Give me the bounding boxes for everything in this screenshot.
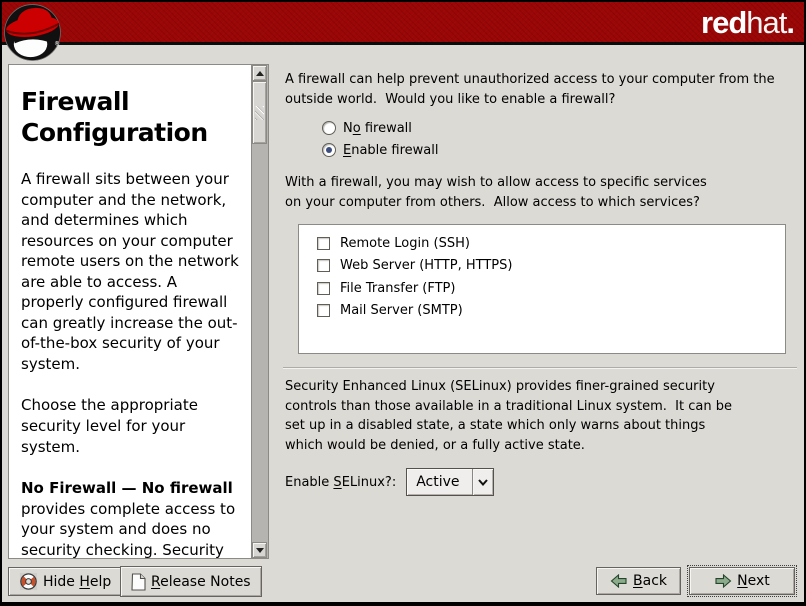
checkbox-web-server[interactable]	[317, 259, 330, 272]
checkbox-label-web-server: Web Server (HTTP, HTTPS)	[340, 258, 512, 273]
main-content: A firewall can help prevent unauthorized…	[283, 66, 797, 496]
selinux-label: Enable SELinux?:	[285, 475, 396, 490]
brand-red: red	[701, 5, 746, 40]
checkbox-file-transfer[interactable]	[317, 282, 330, 295]
header-banner	[2, 2, 804, 45]
label-accel: B	[633, 573, 643, 589]
label-pre: Enable	[285, 475, 333, 490]
checkbox-label-mail-server: Mail Server (SMTP)	[340, 303, 463, 318]
help-paragraph-3-body: provides complete access to your system …	[21, 500, 235, 559]
next-button-focus-ring: Next	[687, 565, 797, 597]
checkbox-row-web-server[interactable]: Web Server (HTTP, HTTPS)	[317, 255, 785, 278]
label-pre: N	[343, 121, 353, 136]
help-paragraph-3-lead: No Firewall — No firewall	[21, 479, 233, 497]
firewall-options: No firewall Enable firewall	[322, 117, 797, 161]
checkbox-row-mail-server[interactable]: Mail Server (SMTP)	[317, 300, 785, 323]
release-notes-button[interactable]: Release Notes	[120, 566, 262, 597]
help-title: Firewall Configuration	[21, 87, 243, 148]
radio-label-no-firewall: No firewall	[343, 121, 412, 136]
label-post: nable firewall	[351, 143, 438, 158]
document-icon	[131, 573, 146, 591]
help-panel: Firewall Configuration A firewall sits b…	[8, 64, 252, 559]
services-intro-text: With a firewall, you may wish to allow a…	[285, 173, 797, 212]
back-button[interactable]: Back	[596, 567, 681, 595]
help-paragraph-1: A firewall sits between your computer an…	[21, 169, 243, 374]
radio-button-no-firewall[interactable]	[322, 121, 336, 135]
label-accel: N	[737, 573, 747, 589]
label-accel: E	[343, 143, 351, 158]
installer-window: ® redhat. Firewall Configuration A firew…	[0, 0, 806, 606]
checkbox-mail-server[interactable]	[317, 304, 330, 317]
help-paragraph-2: Choose the appropriate security level fo…	[21, 395, 243, 457]
selinux-dropdown[interactable]: Active	[406, 468, 494, 496]
label-accel: o	[353, 121, 361, 136]
life-preserver-icon	[19, 572, 38, 591]
triangle-down-icon	[256, 548, 264, 553]
label-accel: S	[333, 475, 341, 490]
arrow-right-icon	[714, 574, 732, 588]
label-post: elease Notes	[160, 574, 251, 590]
services-list: Remote Login (SSH) Web Server (HTTP, HTT…	[298, 224, 786, 354]
label-post: elp	[90, 574, 111, 590]
label-accel: R	[151, 574, 160, 590]
triangle-up-icon	[256, 71, 264, 76]
hide-help-button[interactable]: Hide Help	[8, 567, 122, 596]
radio-row-enable-firewall[interactable]: Enable firewall	[322, 139, 797, 161]
firewall-intro-text: A firewall can help prevent unauthorized…	[285, 70, 797, 109]
back-label: Back	[633, 573, 667, 589]
checkbox-row-remote-login[interactable]: Remote Login (SSH)	[317, 232, 785, 255]
scroll-down-button[interactable]	[252, 542, 267, 558]
help-scrollbar[interactable]	[252, 64, 269, 559]
scrollbar-grip	[255, 106, 264, 120]
release-notes-label: Release Notes	[151, 574, 251, 590]
checkbox-remote-login[interactable]	[317, 237, 330, 250]
scrollbar-thumb[interactable]	[252, 81, 267, 144]
radio-row-no-firewall[interactable]: No firewall	[322, 117, 797, 139]
checkbox-label-remote-login: Remote Login (SSH)	[340, 236, 470, 251]
brand-hat: hat	[746, 5, 786, 40]
selinux-row: Enable SELinux?: Active	[285, 468, 797, 496]
label-post: ELinux?:	[342, 475, 397, 490]
label-post: firewall	[361, 121, 412, 136]
radio-label-enable-firewall: Enable firewall	[343, 143, 439, 158]
brand-wordmark: redhat.	[701, 6, 794, 40]
next-label: Next	[737, 573, 770, 589]
chevron-down-icon	[473, 479, 493, 486]
svg-text:®: ®	[54, 40, 60, 47]
hide-help-label: Hide Help	[43, 574, 111, 590]
label-pre: Hide	[43, 574, 79, 590]
selinux-dropdown-value: Active	[407, 474, 472, 490]
radio-button-enable-firewall[interactable]	[322, 143, 336, 157]
label-post: ack	[643, 573, 667, 589]
help-paragraph-3: No Firewall — No firewall provides compl…	[21, 478, 243, 559]
shadowman-logo-icon: ®	[3, 3, 62, 66]
scroll-up-button[interactable]	[252, 65, 267, 81]
label-accel: H	[79, 574, 90, 590]
label-post: ext	[748, 573, 770, 589]
next-button[interactable]: Next	[689, 567, 795, 595]
section-separator	[283, 367, 797, 369]
arrow-left-icon	[610, 574, 628, 588]
brand-dot: .	[786, 5, 794, 40]
selinux-description: Security Enhanced Linux (SELinux) provid…	[285, 377, 797, 455]
checkbox-row-file-transfer[interactable]: File Transfer (FTP)	[317, 277, 785, 300]
checkbox-label-file-transfer: File Transfer (FTP)	[340, 281, 455, 296]
nav-buttons: Back Next	[596, 565, 797, 597]
